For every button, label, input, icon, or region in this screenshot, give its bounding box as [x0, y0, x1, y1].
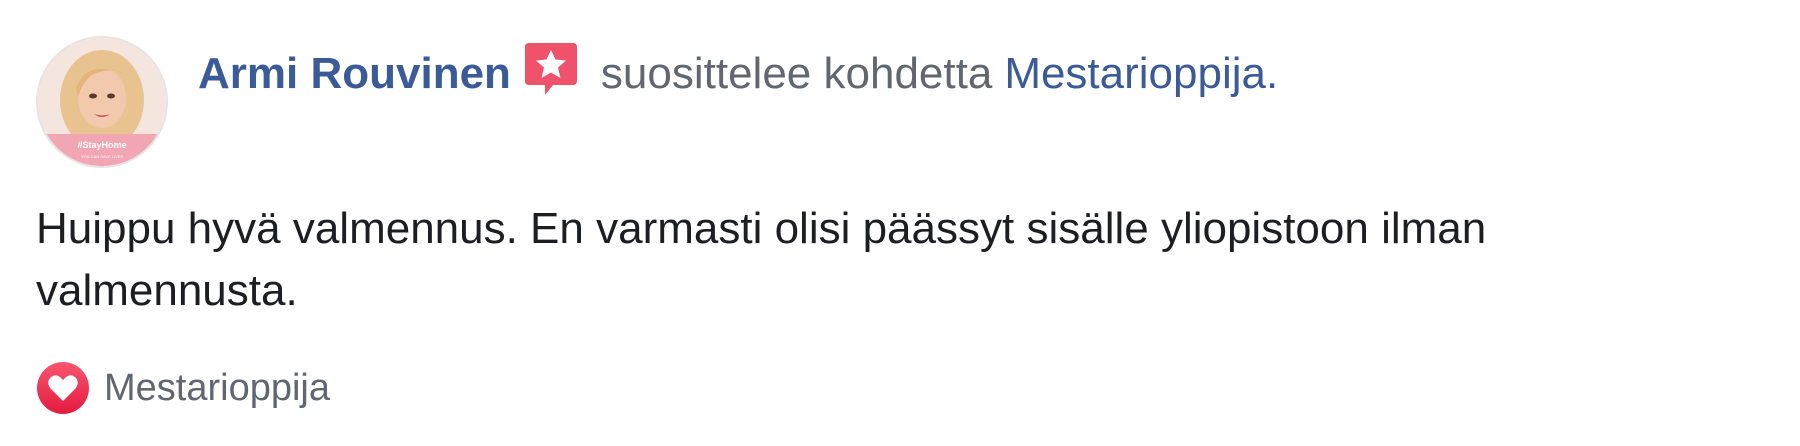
recommendation-card: #StayHome YOU CAN SAVE LIVES Armi Rouvin…	[0, 0, 1800, 446]
review-text: Huippu hyvä valmennus. En varmasti olisi…	[36, 204, 1487, 315]
avatar-photo: #StayHome YOU CAN SAVE LIVES	[38, 38, 166, 166]
recommendation-header: Armi Rouvinen suosittelee kohdetta Mesta…	[198, 41, 1279, 104]
header-punctuation: .	[1266, 49, 1279, 98]
footer-page-name-link[interactable]: Mestarioppija	[104, 367, 330, 410]
avatar-banner-text: #StayHome	[77, 140, 126, 150]
heart-icon[interactable]	[36, 361, 90, 415]
avatar-banner-subtext: YOU CAN SAVE LIVES	[81, 154, 123, 159]
page-name-link[interactable]: Mestarioppija	[1004, 49, 1266, 99]
recommendation-verb: suosittelee kohdetta	[600, 49, 993, 98]
avatar[interactable]: #StayHome YOU CAN SAVE LIVES	[36, 36, 168, 168]
star-speech-bubble-icon	[523, 41, 579, 99]
author-name-link[interactable]: Armi Rouvinen	[198, 49, 511, 99]
reaction-footer: Mestarioppija	[36, 360, 330, 416]
